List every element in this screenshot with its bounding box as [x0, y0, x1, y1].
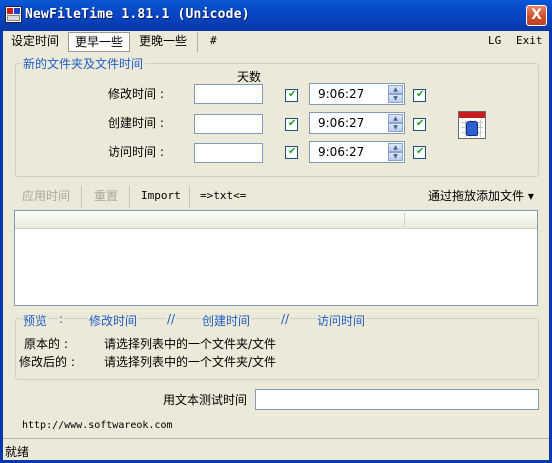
accessed-days-input[interactable]	[194, 143, 263, 163]
tab-accessed[interactable]: 访问时间	[316, 312, 367, 329]
toolbar-separator	[189, 186, 190, 208]
modified-days-checkbox[interactable]: ✔	[285, 89, 298, 102]
group-title: 新的文件夹及文件时间	[21, 55, 146, 72]
menu-later[interactable]: 更晚一些	[139, 32, 187, 52]
preview-separator: //	[166, 312, 177, 326]
modified-label: 修改后的 :	[19, 355, 75, 369]
test-time-input[interactable]	[255, 389, 539, 410]
modified-days-input[interactable]	[194, 84, 263, 104]
modified-time-value: 9:06:27	[318, 87, 365, 101]
spin-down-icon[interactable]: ▼	[388, 152, 403, 161]
check-icon: ✔	[416, 146, 425, 157]
spin-up-icon[interactable]: ▲	[388, 85, 403, 94]
modified-time-label: 修改时间 :	[108, 87, 164, 101]
add-files-dropdown[interactable]: 通过拖放添加文件 ▾	[428, 187, 534, 205]
check-icon: ✔	[288, 89, 297, 100]
preview-separator: //	[280, 312, 291, 326]
menu-lg[interactable]: LG	[488, 32, 501, 52]
created-time-input[interactable]: 9:06:27 ▲ ▼	[309, 112, 405, 134]
export-txt-button[interactable]: =>txt<=	[200, 187, 246, 205]
menu-earlier[interactable]: 更早一些	[68, 32, 131, 52]
tab-modified[interactable]: 修改时间	[88, 312, 139, 329]
modified-value: 请选择列表中的一个文件夹/文件	[104, 355, 277, 369]
preview-colon: :	[58, 312, 65, 326]
menu-separator	[197, 32, 198, 52]
calendar-icon[interactable]	[458, 111, 486, 139]
created-time-spinner[interactable]: ▲ ▼	[388, 114, 403, 132]
modified-time-spinner[interactable]: ▲ ▼	[388, 85, 403, 103]
menu-set-time[interactable]: 设定时间	[11, 32, 59, 52]
modified-time-input[interactable]: 9:06:27 ▲ ▼	[309, 83, 405, 105]
status-bar	[3, 438, 549, 460]
preview-label: 预览	[22, 312, 49, 329]
created-time-checkbox[interactable]: ✔	[413, 118, 426, 131]
spin-up-icon[interactable]: ▲	[388, 143, 403, 152]
reset-button[interactable]: 重置	[94, 187, 118, 205]
apply-time-button[interactable]: 应用时间	[22, 187, 70, 205]
original-label: 原本的 :	[24, 337, 68, 351]
spin-up-icon[interactable]: ▲	[388, 114, 403, 123]
window-title: NewFileTime 1.81.1 (Unicode)	[25, 7, 250, 22]
accessed-time-spinner[interactable]: ▲ ▼	[388, 143, 403, 161]
accessed-time-label: 访问时间 :	[108, 145, 164, 159]
toolbar-separator	[81, 186, 82, 208]
accessed-time-input[interactable]: 9:06:27 ▲ ▼	[309, 141, 405, 163]
check-icon: ✔	[288, 118, 297, 129]
spin-down-icon[interactable]: ▼	[388, 123, 403, 132]
check-icon: ✔	[416, 89, 425, 100]
created-time-value: 9:06:27	[318, 116, 365, 130]
website-link[interactable]: http://www.softwareok.com	[22, 420, 173, 431]
created-days-checkbox[interactable]: ✔	[285, 118, 298, 131]
app-icon	[5, 6, 22, 23]
status-text: 就绪	[5, 445, 30, 459]
list-header-divider[interactable]	[404, 213, 405, 227]
import-button[interactable]: Import	[141, 187, 181, 205]
close-button[interactable]: X	[526, 5, 547, 26]
accessed-days-checkbox[interactable]: ✔	[285, 146, 298, 159]
spin-down-icon[interactable]: ▼	[388, 94, 403, 103]
toolbar-separator	[129, 186, 130, 208]
days-header: 天数	[237, 70, 262, 84]
tab-created[interactable]: 创建时间	[201, 312, 252, 329]
modified-time-checkbox[interactable]: ✔	[413, 89, 426, 102]
created-time-label: 创建时间 :	[108, 116, 164, 130]
list-header[interactable]	[15, 211, 537, 229]
check-icon: ✔	[288, 146, 297, 157]
created-days-input[interactable]	[194, 114, 263, 134]
menu-hash[interactable]: #	[210, 32, 217, 52]
original-value: 请选择列表中的一个文件夹/文件	[104, 337, 277, 351]
accessed-time-value: 9:06:27	[318, 145, 365, 159]
menu-exit[interactable]: Exit	[516, 32, 543, 52]
check-icon: ✔	[416, 118, 425, 129]
accessed-time-checkbox[interactable]: ✔	[413, 146, 426, 159]
test-time-label: 用文本测试时间	[163, 393, 248, 407]
